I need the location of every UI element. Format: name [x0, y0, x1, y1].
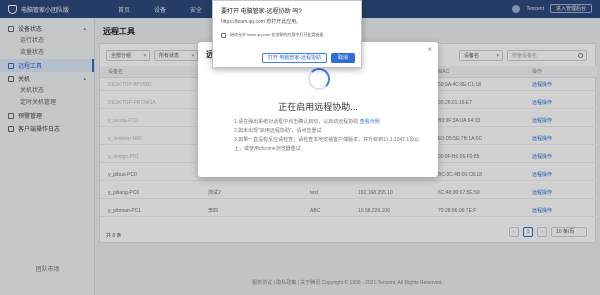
- cancel-button[interactable]: 取消: [330, 53, 355, 63]
- loading-spinner-icon: [308, 68, 330, 90]
- always-allow-checkbox[interactable]: 始终允许 team.qq.com 在关联的应用中打开此类链接: [221, 32, 323, 38]
- dialog-title: 要打开 电脑管家-远程协助 吗?: [221, 9, 302, 15]
- open-app-dialog: 要打开 电脑管家-远程协助 吗? https://team.qq.com 想打开…: [212, 0, 362, 68]
- step-3: 3.如果一直没有反应请检查，请检查本地安装客户端版本，并升级到11.1.1042…: [234, 136, 424, 154]
- step-2-text: 2.如未出现“启用远程协助”，请点击重试: [234, 128, 322, 134]
- dialog-buttons: 打开 电脑管家-远程协助 取消: [261, 53, 355, 63]
- checkbox-icon[interactable]: [221, 32, 226, 38]
- close-icon[interactable]: ×: [427, 45, 432, 54]
- step-2: 2.如未出现“启用远程协助”，请点击重试: [234, 127, 424, 136]
- connecting-text: 正在启用远程协助...: [278, 102, 358, 112]
- step-1-text: 1.请在弹出系统对话框中点击确认启动，以启动远程协助: [234, 119, 359, 125]
- checkbox-label: 始终允许 team.qq.com 在关联的应用中打开此类链接: [230, 32, 324, 37]
- step-3-text: 3.如果一直没有反应请检查，请检查本地安装客户端版本，并升级到11.1.1042…: [234, 137, 420, 152]
- view-example-link[interactable]: 查看示例: [360, 119, 380, 125]
- instructions: 1.请在弹出系统对话框中点击确认启动，以启动远程协助 查看示例 2.如未出现“启…: [234, 118, 424, 154]
- open-app-button[interactable]: 打开 电脑管家-远程协助: [261, 53, 327, 63]
- dialog-text: https://team.qq.com 想打开此应用。: [221, 19, 302, 25]
- step-1: 1.请在弹出系统对话框中点击确认启动，以启动远程协助 查看示例: [234, 118, 424, 127]
